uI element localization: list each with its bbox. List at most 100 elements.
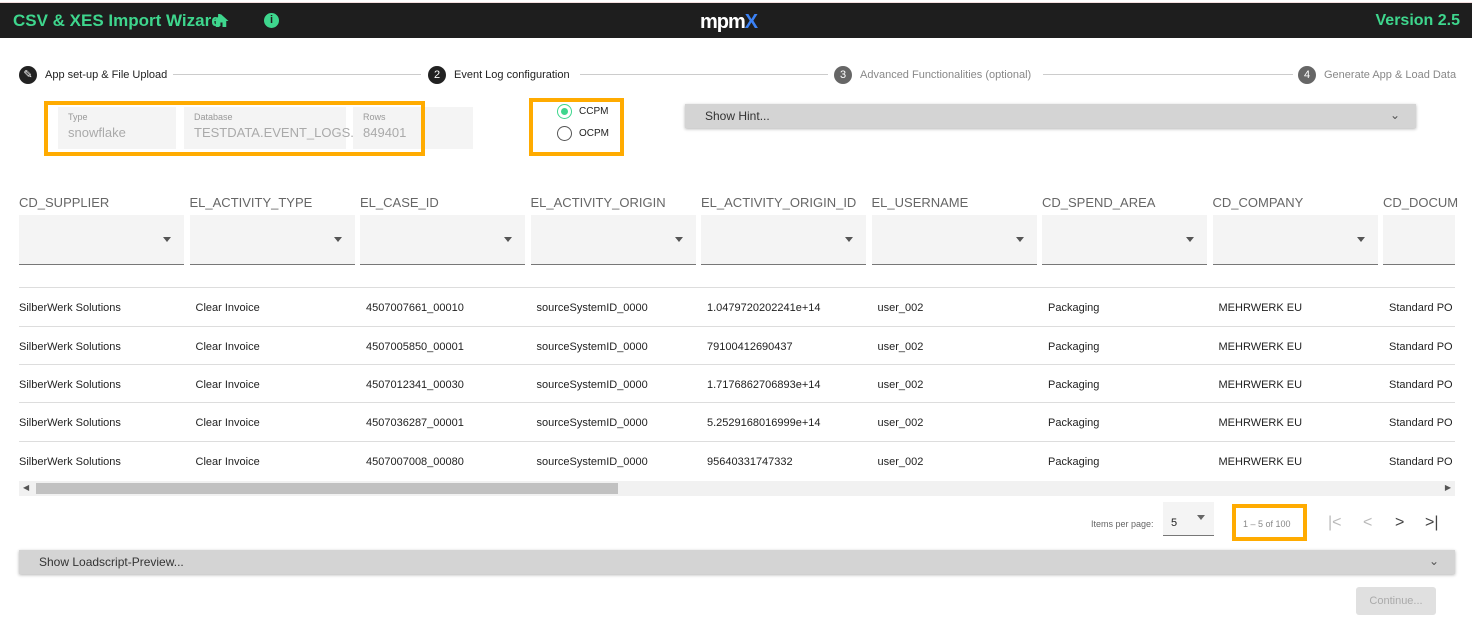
table-row: SilberWerk Solutions Clear Invoice 4507012…	[19, 364, 1455, 402]
first-page-icon[interactable]: |<	[1328, 514, 1342, 532]
step-number: 4	[1298, 66, 1316, 84]
column-filter-select[interactable]	[701, 215, 866, 265]
table-cell: 95640331747332	[707, 456, 793, 468]
table-cell: Packaging	[1048, 379, 1100, 391]
scroll-left-icon[interactable]: ◀	[23, 483, 29, 492]
table-cell: SilberWerk Solutions	[19, 341, 121, 353]
column-filter-select[interactable]	[871, 215, 1037, 265]
continue-button[interactable]: Continue...	[1356, 587, 1436, 615]
loadscript-preview-panel[interactable]: Show Loadscript-Preview... ⌄	[19, 550, 1455, 574]
step-2[interactable]: 2 Event Log configuration	[428, 66, 570, 84]
table-cell: user_002	[877, 417, 924, 429]
items-per-page-select[interactable]: 5	[1163, 502, 1214, 536]
step-4[interactable]: 4 Generate App & Load Data	[1298, 66, 1456, 84]
table-cell: user_002	[877, 456, 924, 468]
column-filter-select[interactable]	[1042, 215, 1207, 265]
step-label: Event Log configuration	[454, 69, 570, 81]
column-header: EL_CASE_ID	[360, 195, 439, 210]
table-cell: Clear Invoice	[195, 341, 260, 353]
scroll-right-icon[interactable]: ▶	[1445, 483, 1451, 492]
column-header: EL_ACTIVITY_TYPE	[189, 195, 313, 210]
column-filter-select[interactable]	[19, 215, 184, 265]
column-header: CD_SPEND_AREA	[1042, 195, 1156, 210]
column-header: EL_ACTIVITY_ORIGIN	[530, 195, 666, 210]
previous-page-icon[interactable]: <	[1363, 514, 1372, 532]
column-filter-select[interactable]	[530, 215, 696, 265]
table-cell: MEHRWERK EU	[1218, 456, 1303, 468]
top-bar: CSV & XES Import Wizard i mpmX Version 2…	[0, 2, 1472, 38]
table-row: SilberWerk Solutions Clear Invoice 4507005…	[19, 326, 1455, 364]
table-cell: MEHRWERK EU	[1218, 379, 1303, 391]
table-cell: MEHRWERK EU	[1218, 417, 1303, 429]
table-cell: sourceSystemID_0000	[536, 341, 648, 353]
table-cell: Standard PO	[1389, 302, 1453, 314]
table-cell: 1.0479720202241e+14	[707, 302, 821, 314]
table-cell: Standard PO	[1389, 379, 1453, 391]
table-cell: Standard PO	[1389, 417, 1453, 429]
table-cell: 79100412690437	[707, 341, 793, 353]
app-title: CSV & XES Import Wizard	[13, 11, 222, 30]
loadscript-label: Show Loadscript-Preview...	[39, 555, 184, 569]
table-row: SilberWerk Solutions Clear Invoice 4507036…	[19, 402, 1455, 440]
table-cell: Standard PO	[1389, 456, 1453, 468]
hint-label: Show Hint...	[705, 109, 770, 123]
table-cell: user_002	[877, 302, 924, 314]
chevron-down-icon: ⌄	[1389, 108, 1400, 122]
table-cell: Packaging	[1048, 341, 1100, 353]
column-filter-select[interactable]	[1212, 215, 1378, 265]
table-cell: Standard PO	[1389, 341, 1453, 353]
home-icon[interactable]	[212, 12, 230, 30]
column-filter-select[interactable]	[1383, 215, 1455, 265]
column-header: CD_COMPANY	[1212, 195, 1304, 210]
items-per-page-label: Items per page:	[1091, 519, 1154, 529]
table-cell: sourceSystemID_0000	[536, 417, 648, 429]
highlight-box	[529, 98, 624, 156]
table-cell: 4507005850_00001	[366, 341, 464, 353]
horizontal-scrollbar[interactable]: ◀ ▶	[19, 481, 1455, 496]
chevron-down-icon: ⌄	[1428, 554, 1439, 568]
column-header: CD_DOCUM	[1383, 195, 1459, 210]
column-header: EL_USERNAME	[871, 195, 969, 210]
table-cell: user_002	[877, 341, 924, 353]
table-cell: sourceSystemID_0000	[536, 302, 648, 314]
table-cell: Packaging	[1048, 456, 1100, 468]
table-cell: Clear Invoice	[195, 379, 260, 391]
table-cell: user_002	[877, 379, 924, 391]
items-per-page-value: 5	[1171, 517, 1178, 529]
dropdown-arrow-icon	[1197, 515, 1205, 524]
table-cell: sourceSystemID_0000	[536, 379, 648, 391]
step-1[interactable]: ✎ App set-up & File Upload	[19, 66, 167, 84]
show-hint-panel[interactable]: Show Hint... ⌄	[685, 104, 1416, 128]
table-cell: MEHRWERK EU	[1218, 302, 1303, 314]
table-cell: sourceSystemID_0000	[536, 456, 648, 468]
table-cell: 5.2529168016999e+14	[707, 417, 821, 429]
column-header: CD_SUPPLIER	[19, 195, 110, 210]
table-cell: Clear Invoice	[195, 417, 260, 429]
step-3[interactable]: 3 Advanced Functionalities (optional)	[834, 66, 1031, 84]
column-filter-select[interactable]	[189, 215, 355, 265]
step-label: Generate App & Load Data	[1324, 69, 1457, 81]
divider	[580, 74, 828, 75]
next-page-icon[interactable]: >	[1395, 514, 1404, 532]
scrollbar-thumb[interactable]	[36, 483, 618, 494]
step-number: 2	[428, 66, 446, 84]
table-row: SilberWerk Solutions Clear Invoice 4507007…	[19, 287, 1455, 325]
table-cell: MEHRWERK EU	[1218, 341, 1303, 353]
table-cell: Clear Invoice	[195, 302, 260, 314]
mpmx-logo: mpmX	[700, 11, 758, 33]
table-cell: Packaging	[1048, 417, 1100, 429]
table-cell: Packaging	[1048, 302, 1100, 314]
version-label: Version 2.5	[1375, 12, 1461, 29]
column-filter-select[interactable]	[360, 215, 525, 265]
column-header: EL_ACTIVITY_ORIGIN_ID	[701, 195, 857, 210]
table-cell: Clear Invoice	[195, 456, 260, 468]
divider	[173, 74, 421, 75]
last-page-icon[interactable]: >|	[1425, 514, 1439, 532]
table-cell: 4507007661_00010	[366, 302, 464, 314]
divider	[1043, 74, 1293, 75]
step-label: App set-up & File Upload	[45, 69, 168, 81]
table-cell: SilberWerk Solutions	[19, 302, 121, 314]
info-icon[interactable]: i	[264, 13, 279, 28]
table-row: SilberWerk Solutions Clear Invoice 4507007…	[19, 441, 1455, 479]
pencil-icon: ✎	[19, 66, 37, 84]
